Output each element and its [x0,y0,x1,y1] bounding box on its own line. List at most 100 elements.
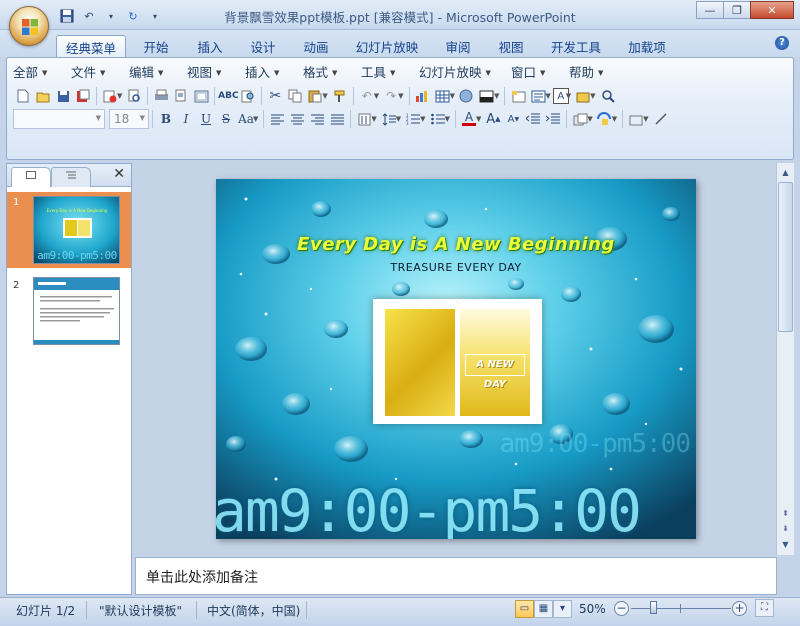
menu-all[interactable]: 全部 ▼ [13,62,71,82]
shape-dropdown-icon[interactable]: ▼ [590,92,595,100]
save-icon[interactable] [53,86,73,106]
menu-tools[interactable]: 工具 ▼ [361,62,419,82]
research-icon[interactable] [238,86,258,106]
slide-title[interactable]: Every Day is A New Beginning [216,234,696,255]
text-box-dropdown-icon[interactable]: ▼ [566,92,571,100]
previous-slide-icon[interactable]: ⇞ [778,506,793,521]
zoom-icon[interactable] [598,86,618,106]
menu-view[interactable]: 视图 ▼ [187,62,245,82]
font-size-combo[interactable]: 18 ▼ [109,109,149,129]
tab-view[interactable]: 视图 [491,35,531,57]
new-document-icon[interactable] [13,86,33,106]
office-button[interactable] [9,6,49,46]
justify-icon[interactable] [327,109,347,129]
minimize-icon[interactable]: — [696,1,724,19]
tab-design[interactable]: 设计 [243,35,283,57]
change-case-dropdown-icon[interactable]: ▼ [253,115,258,123]
strikethrough-button[interactable]: S [216,109,236,129]
menu-help[interactable]: 帮助 ▼ [569,62,627,82]
menu-edit[interactable]: 编辑 ▼ [129,62,187,82]
tab-slide-show[interactable]: 幻灯片放映 [350,35,424,57]
transition-dropdown-icon[interactable]: ▼ [587,115,592,123]
redo-dropdown-icon[interactable]: ▼ [398,92,403,100]
underline-button[interactable]: U [196,109,216,129]
close-pane-icon[interactable]: ✕ [113,166,125,182]
text-direction-dropdown-icon[interactable]: ▼ [371,115,376,123]
language-indicator[interactable]: 中文(简体，中国) [207,602,300,619]
font-name-combo[interactable]: ▼ [13,109,105,129]
normal-view-icon[interactable]: ▭ [515,600,534,618]
paste-dropdown-icon[interactable]: ▼ [322,92,327,100]
undo-dropdown-icon[interactable]: ▼ [374,92,379,100]
bold-button[interactable]: B [156,109,176,129]
next-slide-icon[interactable]: ⇟ [778,521,793,536]
tab-insert[interactable]: 插入 [190,35,230,57]
shrink-font-icon[interactable]: A ▼ [503,109,523,129]
font-color-dropdown-icon[interactable]: ▼ [476,115,481,123]
menu-insert[interactable]: 插入 ▼ [245,62,303,82]
email-dropdown-icon[interactable]: ▼ [117,92,122,100]
bullets-dropdown-icon[interactable]: ▼ [445,115,450,123]
tab-add-ins[interactable]: 加载项 [622,35,672,57]
print-layout-icon[interactable] [191,86,211,106]
menu-file[interactable]: 文件 ▼ [71,62,129,82]
align-left-icon[interactable] [267,109,287,129]
redo-icon[interactable]: ↻ [124,8,142,24]
shape-fill-dropdown-icon[interactable]: ▼ [643,115,648,123]
animation-dropdown-icon[interactable]: ▼ [612,115,617,123]
slide-thumbnail-2[interactable]: 2 [7,275,131,351]
insert-clipart-icon[interactable] [457,86,477,106]
table-dropdown-icon[interactable]: ▼ [450,92,455,100]
cut-icon[interactable]: ✂ [265,86,285,106]
spelling-icon[interactable]: ABC [218,86,238,106]
menu-format[interactable]: 格式 ▼ [303,62,361,82]
outline-tab[interactable] [51,167,91,187]
zoom-out-icon[interactable]: − [614,601,629,616]
copy-icon[interactable] [285,86,305,106]
print-preview-icon[interactable] [124,86,144,106]
notes-placeholder[interactable]: 单击此处添加备注 [146,567,258,587]
restore-icon[interactable]: ❐ [723,1,751,19]
slide-design-dropdown-icon[interactable]: ▼ [494,92,499,100]
draw-line-icon[interactable] [651,109,671,129]
new-slide-icon[interactable] [508,86,528,106]
scroll-up-icon[interactable]: ▲ [778,165,793,180]
fit-to-window-icon[interactable]: ⛶ [755,599,774,617]
menu-window[interactable]: 窗口 ▼ [511,62,569,82]
print-icon[interactable] [151,86,171,106]
scroll-down-icon[interactable]: ▼ [778,537,793,552]
tab-animations[interactable]: 动画 [296,35,336,57]
menu-slide-show[interactable]: 幻灯片放映 ▼ [419,62,511,82]
numbering-dropdown-icon[interactable]: ▼ [420,115,425,123]
slide-thumbnail-1[interactable]: 1 Every Day is A New Beginning am9:00-pm… [7,192,131,268]
decrease-indent-icon[interactable] [523,109,543,129]
permission-icon[interactable] [73,86,93,106]
zoom-in-icon[interactable]: + [732,601,747,616]
window-frame-graphic[interactable]: A NEW DAY [373,299,542,424]
format-painter-icon[interactable] [330,86,350,106]
current-slide[interactable]: Every Day is A New Beginning TREASURE EV… [216,179,696,539]
tab-developer[interactable]: 开发工具 [544,35,608,57]
slide-show-view-icon[interactable]: ▾ [553,600,572,618]
line-spacing-dropdown-icon[interactable]: ▼ [396,115,401,123]
zoom-slider-thumb[interactable] [650,601,657,614]
open-folder-icon[interactable] [33,86,53,106]
align-right-icon[interactable] [307,109,327,129]
notes-pane[interactable]: 单击此处添加备注 [135,557,777,595]
slide-subtitle[interactable]: TREASURE EVERY DAY [216,261,696,274]
slide-sorter-view-icon[interactable]: ▦ [534,600,553,618]
help-icon[interactable]: ? [775,36,789,50]
tab-classic-menu[interactable]: 经典菜单 [56,35,126,57]
insert-chart-icon[interactable] [413,86,433,106]
grow-font-icon[interactable]: A ▲ [483,109,503,129]
zoom-slider-track[interactable] [631,608,731,609]
quick-print-icon[interactable] [171,86,191,106]
customize-dropdown-icon[interactable]: ▾ [102,8,120,24]
theme-name[interactable]: "默认设计模板" [99,602,182,619]
scroll-thumb[interactable] [778,182,793,332]
close-icon[interactable]: ✕ [750,1,794,19]
save-icon[interactable] [58,8,76,24]
clock-text[interactable]: am9:00-pm5:00 [216,477,642,539]
vertical-scrollbar[interactable]: ▲ ⇞ ⇟ ▼ [776,163,794,555]
slides-tab[interactable] [11,167,51,187]
